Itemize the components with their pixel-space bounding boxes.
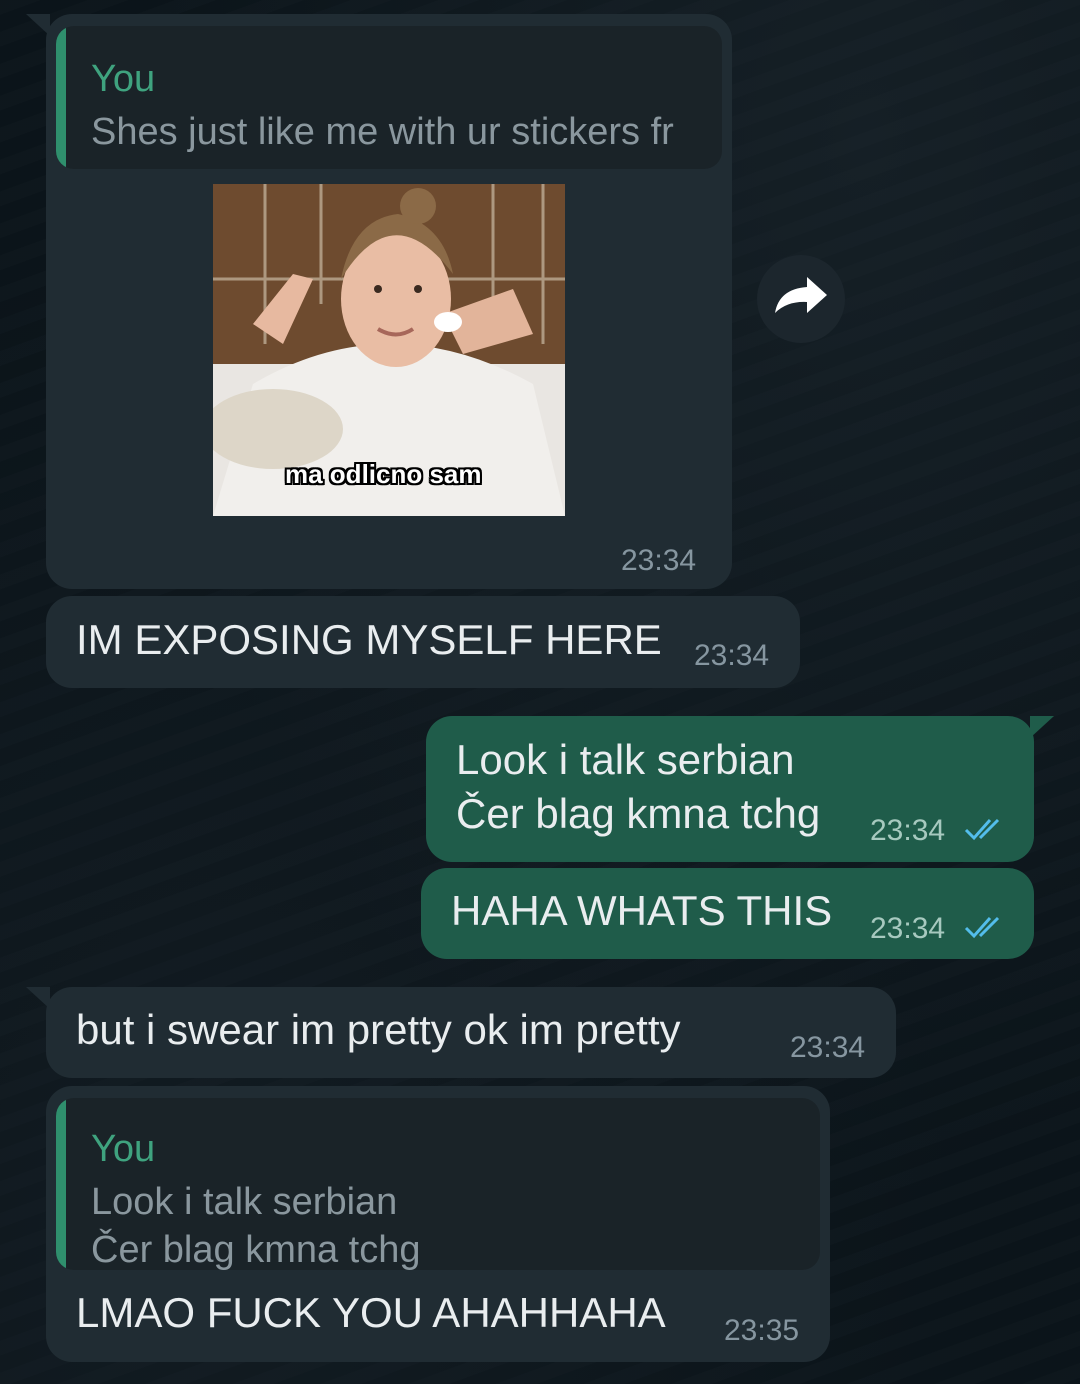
message-bubble[interactable]: but i swear im pretty ok im pretty 23:34 [26, 987, 896, 1078]
quote-bar [56, 1098, 66, 1270]
message-text: LMAO FUCK YOU AHAHHAHA [76, 1289, 666, 1336]
message-time: 23:34 [870, 912, 946, 945]
message-time: 23:34 [870, 814, 946, 847]
message-bubble-outgoing[interactable]: HAHA WHATS THIS 23:34 [421, 868, 1034, 959]
message-text: HAHA WHATS THIS [451, 887, 833, 934]
reply-quote[interactable]: You Shes just like me with ur stickers f… [56, 26, 722, 169]
sticker-caption: ma odlicno sam [285, 459, 482, 489]
quote-author: You [91, 1128, 156, 1170]
quote-text: Look i talk serbian Čer blag kmna tchg [91, 1181, 421, 1270]
reply-quote[interactable]: You Look i talk serbian Čer blag kmna tc… [56, 1098, 820, 1270]
message-bubble[interactable]: IM EXPOSING MYSELF HERE 23:34 [46, 596, 800, 688]
message-bubble-sticker[interactable]: You Shes just like me with ur stickers f… [26, 14, 732, 589]
forward-arrow-icon [775, 277, 827, 313]
quote-bar [56, 26, 66, 169]
sticker-image[interactable]: ma odlicno sam [213, 184, 565, 516]
double-check-icon [964, 818, 1000, 841]
message-text: but i swear im pretty ok im pretty [76, 1006, 681, 1053]
forward-button[interactable] [757, 255, 845, 343]
quote-text: Shes just like me with ur stickers fr [91, 111, 674, 153]
message-text: IM EXPOSING MYSELF HERE [76, 616, 662, 663]
message-bubble-reply[interactable]: You Look i talk serbian Čer blag kmna tc… [46, 1086, 830, 1362]
double-check-icon [964, 916, 1000, 939]
message-time: 23:34 [621, 544, 697, 577]
message-time: 23:34 [694, 639, 770, 672]
message-bubble-outgoing[interactable]: Look i talk serbian Čer blag kmna tchg 2… [426, 716, 1054, 862]
quote-author: You [91, 58, 156, 100]
message-time: 23:34 [790, 1031, 866, 1064]
message-text: Look i talk serbian Čer blag kmna tchg [456, 736, 821, 837]
message-time: 23:35 [724, 1314, 800, 1347]
